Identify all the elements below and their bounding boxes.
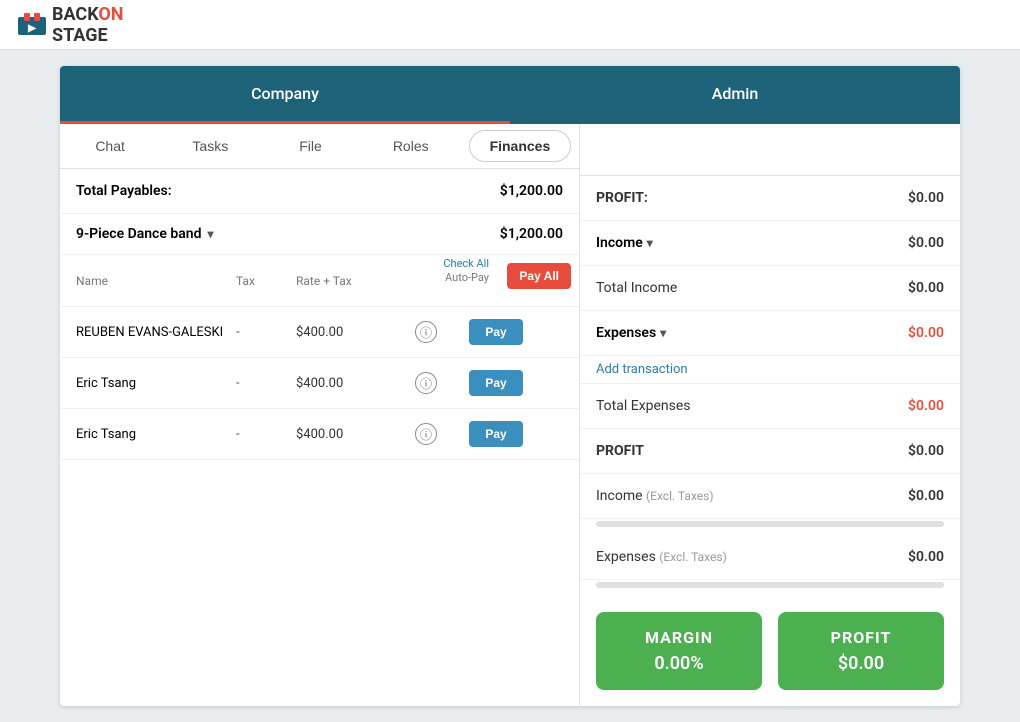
income-label: Income ▾: [596, 235, 653, 251]
band-amount: $1,200.00: [500, 226, 563, 242]
band-row: 9-Piece Dance band ▾ $1,200.00: [60, 214, 579, 255]
pay-button[interactable]: Pay: [469, 370, 522, 396]
expenses-value: $0.00: [908, 325, 944, 341]
total-payables-value: $1,200.00: [500, 183, 563, 199]
expenses-excl-label: Expenses (Excl. Taxes): [596, 549, 727, 565]
tab-tasks[interactable]: Tasks: [160, 124, 260, 168]
profit2-row: PROFIT $0.00: [580, 429, 960, 474]
content-area: Chat Tasks File Roles Finances Total Pay…: [60, 124, 960, 706]
bottom-cards: MARGIN 0.00% PROFIT $0.00: [580, 596, 960, 706]
profit-card-title: PROFIT: [794, 628, 928, 647]
income-excl-value: $0.00: [908, 488, 944, 504]
top-bar: ▶ BACKON STAGE: [0, 0, 1020, 50]
member-rate: $400.00: [296, 427, 396, 442]
total-income-value: $0.00: [908, 280, 944, 296]
income-excl-label: Income (Excl. Taxes): [596, 488, 714, 504]
member-rate: $400.00: [296, 376, 396, 391]
chevron-down-icon[interactable]: ▾: [660, 326, 666, 340]
chevron-down-icon[interactable]: ▾: [647, 236, 653, 250]
member-pay: Pay: [456, 319, 536, 345]
expenses-row: Expenses ▾ $0.00: [580, 311, 960, 356]
total-payables-label: Total Payables:: [76, 183, 172, 199]
band-name: 9-Piece Dance band ▾: [76, 226, 214, 242]
profit-card: PROFIT $0.00: [778, 612, 944, 690]
tab-roles[interactable]: Roles: [361, 124, 461, 168]
chevron-down-icon[interactable]: ▾: [207, 227, 213, 241]
income-value: $0.00: [908, 235, 944, 251]
member-tax: -: [236, 325, 296, 340]
pay-button[interactable]: Pay: [469, 319, 522, 345]
member-rate: $400.00: [296, 325, 396, 340]
info-icon[interactable]: ⓘ: [415, 372, 437, 394]
member-name: REUBEN EVANS-GALESKI: [76, 325, 236, 340]
table-header: Name Tax Rate + Tax Check All Auto-Pay P…: [60, 255, 579, 307]
profit-row: PROFIT: $0.00: [580, 176, 960, 221]
expenses-excl-sublabel: (Excl. Taxes): [659, 550, 726, 564]
income-excl-sublabel: (Excl. Taxes): [646, 489, 713, 503]
total-income-row: Total Income $0.00: [580, 266, 960, 311]
profit-card-value: $0.00: [794, 653, 928, 674]
income-progress-bar: [596, 521, 944, 527]
tab-header: Company Admin: [60, 66, 960, 124]
member-tax: -: [236, 427, 296, 442]
pay-all-button[interactable]: Pay All: [507, 263, 571, 289]
profit2-value: $0.00: [908, 443, 944, 459]
tab-company[interactable]: Company: [60, 66, 510, 124]
tab-file[interactable]: File: [260, 124, 360, 168]
margin-card-title: MARGIN: [612, 628, 746, 647]
info-icon[interactable]: ⓘ: [415, 321, 437, 343]
logo: ▶ BACKON STAGE: [16, 4, 124, 46]
profit-value: $0.00: [908, 190, 944, 206]
logo-icon: ▶: [16, 9, 48, 41]
right-panel: PROFIT: $0.00 Income ▾ $0.00 Total Incom…: [580, 124, 960, 706]
expenses-excl-row: Expenses (Excl. Taxes) $0.00: [580, 535, 960, 580]
margin-card-value: 0.00%: [612, 653, 746, 674]
col-tax-header: Tax: [236, 274, 296, 288]
expenses-progress-bar: [596, 582, 944, 588]
pay-button[interactable]: Pay: [469, 421, 522, 447]
total-payables-row: Total Payables: $1,200.00: [60, 169, 579, 214]
income-row: Income ▾ $0.00: [580, 221, 960, 266]
table-row: REUBEN EVANS-GALESKI - $400.00 ⓘ Pay: [60, 307, 579, 358]
member-info: ⓘ: [396, 423, 456, 445]
member-tax: -: [236, 376, 296, 391]
income-excl-row: Income (Excl. Taxes) $0.00: [580, 474, 960, 519]
col-name-header: Name: [76, 274, 236, 288]
auto-pay-label: Auto-Pay: [445, 271, 489, 284]
profit-label: PROFIT:: [596, 190, 648, 206]
table-row: Eric Tsang - $400.00 ⓘ Pay: [60, 358, 579, 409]
table-row: Eric Tsang - $400.00 ⓘ Pay: [60, 409, 579, 460]
tab-chat[interactable]: Chat: [60, 124, 160, 168]
col-rate-header: Rate + Tax: [296, 274, 396, 288]
total-income-label: Total Income: [596, 280, 677, 296]
member-pay: Pay: [456, 370, 536, 396]
check-all-label: Check All: [443, 257, 489, 270]
tab-admin[interactable]: Admin: [510, 66, 960, 124]
member-info: ⓘ: [396, 321, 456, 343]
member-pay: Pay: [456, 421, 536, 447]
margin-card: MARGIN 0.00%: [596, 612, 762, 690]
tab-finances[interactable]: Finances: [469, 130, 571, 162]
member-info: ⓘ: [396, 372, 456, 394]
member-name: Eric Tsang: [76, 376, 236, 391]
total-expenses-label: Total Expenses: [596, 398, 691, 414]
member-name: Eric Tsang: [76, 427, 236, 442]
expenses-excl-value: $0.00: [908, 549, 944, 565]
expenses-label: Expenses ▾: [596, 325, 666, 341]
logo-text: BACKON STAGE: [52, 4, 124, 46]
svg-text:▶: ▶: [27, 23, 37, 34]
total-expenses-value: $0.00: [908, 398, 944, 414]
add-transaction-link[interactable]: Add transaction: [580, 356, 960, 384]
profit2-label: PROFIT: [596, 443, 644, 459]
total-expenses-row: Total Expenses $0.00: [580, 384, 960, 429]
sub-tabs: Chat Tasks File Roles Finances: [60, 124, 579, 169]
main-container: Company Admin Chat Tasks File Roles Fina…: [60, 66, 960, 706]
left-panel: Chat Tasks File Roles Finances Total Pay…: [60, 124, 580, 706]
info-icon[interactable]: ⓘ: [415, 423, 437, 445]
